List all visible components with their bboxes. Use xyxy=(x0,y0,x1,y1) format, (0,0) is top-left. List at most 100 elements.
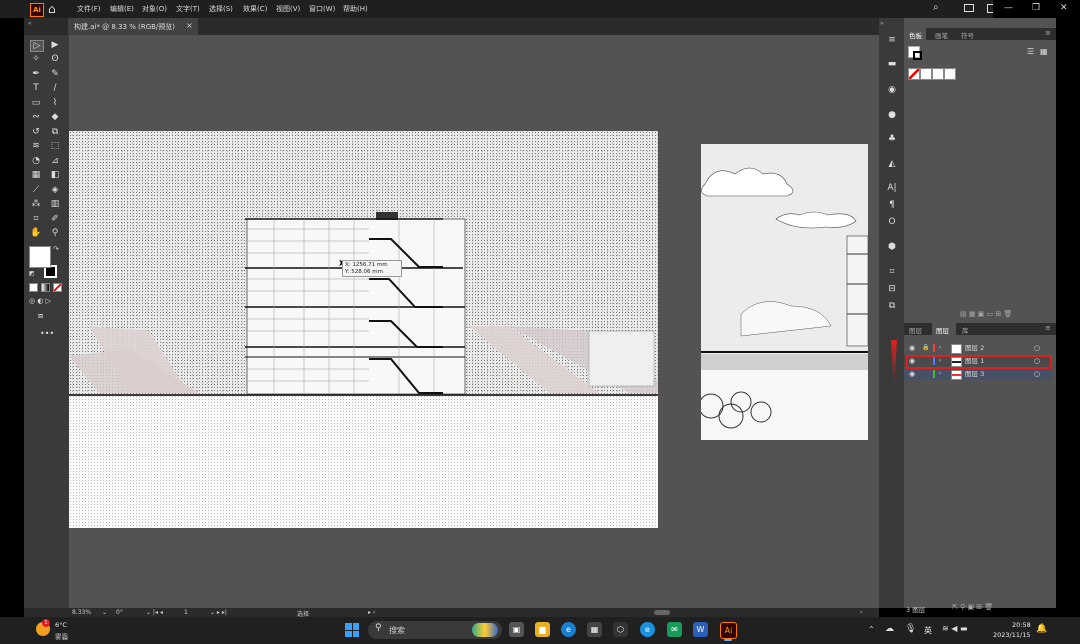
menu-file[interactable]: 文件(F) xyxy=(77,4,101,14)
app-cube-icon[interactable]: ⬡ xyxy=(613,622,628,637)
magic-wand-tool-icon[interactable]: ✧ xyxy=(30,54,42,64)
search-highlight-icon[interactable] xyxy=(472,623,498,637)
menu-type[interactable]: 文字(T) xyxy=(176,4,200,14)
document-tab[interactable]: 构建.ai* @ 8.33 % (RGB/预览) × xyxy=(68,18,198,35)
lock-icon[interactable]: 🔒 xyxy=(922,342,929,354)
horizontal-scrollbar-thumb[interactable] xyxy=(654,610,670,615)
artboard-number[interactable]: 1 xyxy=(184,609,188,616)
zoom-dropdown-icon[interactable]: ⌄ xyxy=(102,609,107,616)
layer-name[interactable]: 图层 3 xyxy=(965,368,984,380)
zoom-level[interactable]: 8.33% xyxy=(72,609,91,616)
word-icon[interactable]: W xyxy=(693,622,708,637)
comments-icon[interactable]: ▬ xyxy=(886,59,898,69)
scale-tool-icon[interactable]: ⧉ xyxy=(49,127,61,137)
opentype-icon[interactable]: O xyxy=(886,217,898,227)
illustrator-icon[interactable]: Ai xyxy=(720,622,737,639)
tab-close-icon[interactable]: × xyxy=(186,21,193,30)
clock-date[interactable]: 2023/11/15 xyxy=(993,631,1030,639)
zoom-tool-icon[interactable]: ⚲ xyxy=(49,228,61,238)
swatch-none[interactable] xyxy=(908,68,920,80)
align-icon[interactable]: ⊟ xyxy=(886,284,898,294)
expand-chevron-icon[interactable]: › xyxy=(939,342,941,354)
task-view-icon[interactable]: ▣ xyxy=(509,622,524,637)
menu-object[interactable]: 对象(O) xyxy=(142,4,167,14)
graph-tool-icon[interactable]: ▥ xyxy=(49,199,61,209)
properties-icon[interactable]: ≡ xyxy=(886,35,898,45)
status-menu-icon[interactable]: ▸ ‹ xyxy=(368,609,375,616)
start-icon[interactable] xyxy=(345,623,359,637)
perspective-grid-tool-icon[interactable]: ⊿ xyxy=(49,156,61,166)
restore-icon[interactable]: ❐ xyxy=(1032,3,1040,13)
messaging-app-icon[interactable]: ✉ xyxy=(667,622,682,637)
gradient-tool-icon[interactable]: ◧ xyxy=(49,170,61,180)
screen-mode-icon[interactable]: ⧈ xyxy=(38,311,43,321)
paragraph-icon[interactable]: ¶ xyxy=(886,200,898,210)
target-circle-icon[interactable]: ○ xyxy=(1034,342,1040,354)
transparency-icon[interactable]: ◭ xyxy=(886,159,898,169)
tab-swatches[interactable]: 色板 xyxy=(909,30,922,40)
menu-view[interactable]: 视图(V) xyxy=(276,4,300,14)
default-colors-icon[interactable]: ◩ xyxy=(29,270,35,277)
gradient-mode-icon[interactable] xyxy=(41,283,50,292)
expand-chevron-icon[interactable]: › xyxy=(939,368,941,380)
draw-mode-icon[interactable]: ◎ ◐ ▷ xyxy=(29,297,51,305)
transform-icon[interactable]: ⌗ xyxy=(886,267,898,277)
lasso-tool-icon[interactable]: ʘ xyxy=(49,54,61,64)
swatch-white-2[interactable] xyxy=(944,68,956,80)
microphone-icon[interactable]: 🎙 xyxy=(905,624,916,634)
tab-brushes[interactable]: 画笔 xyxy=(935,30,948,40)
layers-menu-icon[interactable]: ≡ xyxy=(1045,324,1051,332)
swatch-stroke-preview[interactable] xyxy=(913,51,922,60)
warp-tool-icon[interactable]: ≋ xyxy=(30,141,42,151)
layer-name[interactable]: 图层 2 xyxy=(965,342,984,354)
blend-tool-icon[interactable]: ◈ xyxy=(49,185,61,195)
arrange-documents-icon[interactable] xyxy=(964,4,974,12)
swatches-menu-icon[interactable]: ≡ xyxy=(1045,29,1051,37)
visibility-eye-icon[interactable]: ◉ xyxy=(909,342,915,354)
layer-footer-icons[interactable]: ⇱ ⚲ ▣ ⊞ 🗑 xyxy=(952,603,993,611)
free-transform-tool-icon[interactable]: ⬚ xyxy=(49,141,61,151)
tab-libraries[interactable]: 库 xyxy=(962,325,969,335)
shape-builder-tool-icon[interactable]: ◔ xyxy=(30,156,42,166)
visibility-eye-icon[interactable]: ◉ xyxy=(909,368,915,380)
graphic-styles-icon[interactable]: ♣ xyxy=(886,134,898,144)
character-icon[interactable]: A| xyxy=(886,183,898,193)
color-panel-icon[interactable]: ◉ xyxy=(886,85,898,95)
next-artboard-icon[interactable]: ⌄ ▸ ▸| xyxy=(210,609,227,616)
input-method[interactable]: 英 xyxy=(924,625,932,636)
target-circle-icon[interactable]: ○ xyxy=(1034,368,1040,380)
collapse-panels-icon[interactable]: » xyxy=(880,20,884,27)
menu-effect[interactable]: 效果(C) xyxy=(243,4,267,14)
more-tools-icon[interactable]: ••• xyxy=(40,329,54,338)
none-mode-icon[interactable] xyxy=(53,283,62,292)
paintbrush-tool-icon[interactable]: ⌇ xyxy=(49,98,61,108)
close-icon[interactable]: ✕ xyxy=(1060,3,1068,13)
swatch-registration[interactable] xyxy=(920,68,932,80)
direct-selection-tool-icon[interactable]: ▶ xyxy=(49,40,61,50)
curvature-tool-icon[interactable]: ✎ xyxy=(49,69,61,79)
scroll-right-icon[interactable]: › xyxy=(860,609,862,616)
search-icon[interactable]: ⌕ xyxy=(933,2,939,13)
menu-window[interactable]: 窗口(W) xyxy=(309,4,335,14)
eyedropper-tool-icon[interactable]: ⟋ xyxy=(30,185,42,195)
mesh-tool-icon[interactable]: ▦ xyxy=(30,170,42,180)
layer-row[interactable]: ◉ › 图层 3 ○ xyxy=(904,368,1052,380)
tab-layers[interactable]: 图层 xyxy=(936,325,949,335)
symbol-sprayer-tool-icon[interactable]: ⁂ xyxy=(30,199,42,209)
show-hidden-icons[interactable]: ⌃ xyxy=(868,625,875,634)
artboard-main[interactable] xyxy=(69,131,658,528)
rotation-value[interactable]: 0° xyxy=(116,609,123,616)
home-icon[interactable]: ⌂ xyxy=(48,2,56,16)
onedrive-icon[interactable]: ☁ xyxy=(885,624,894,634)
minimize-icon[interactable]: — xyxy=(1004,3,1013,13)
edge-browser-icon[interactable]: e xyxy=(561,622,576,637)
artboard-secondary[interactable] xyxy=(701,144,868,440)
fill-color-swatch[interactable] xyxy=(29,246,51,268)
appearance-icon[interactable]: ● xyxy=(886,110,898,120)
color-mode-icon[interactable] xyxy=(29,283,38,292)
collapse-toolbar-icon[interactable]: « xyxy=(28,20,32,27)
menu-edit[interactable]: 编辑(E) xyxy=(110,4,134,14)
layer-row[interactable]: ◉ 🔒 › 图层 2 ○ xyxy=(904,342,1052,354)
tab-artboards[interactable]: 图层 xyxy=(909,325,922,335)
store-icon[interactable]: ▦ xyxy=(587,622,602,637)
